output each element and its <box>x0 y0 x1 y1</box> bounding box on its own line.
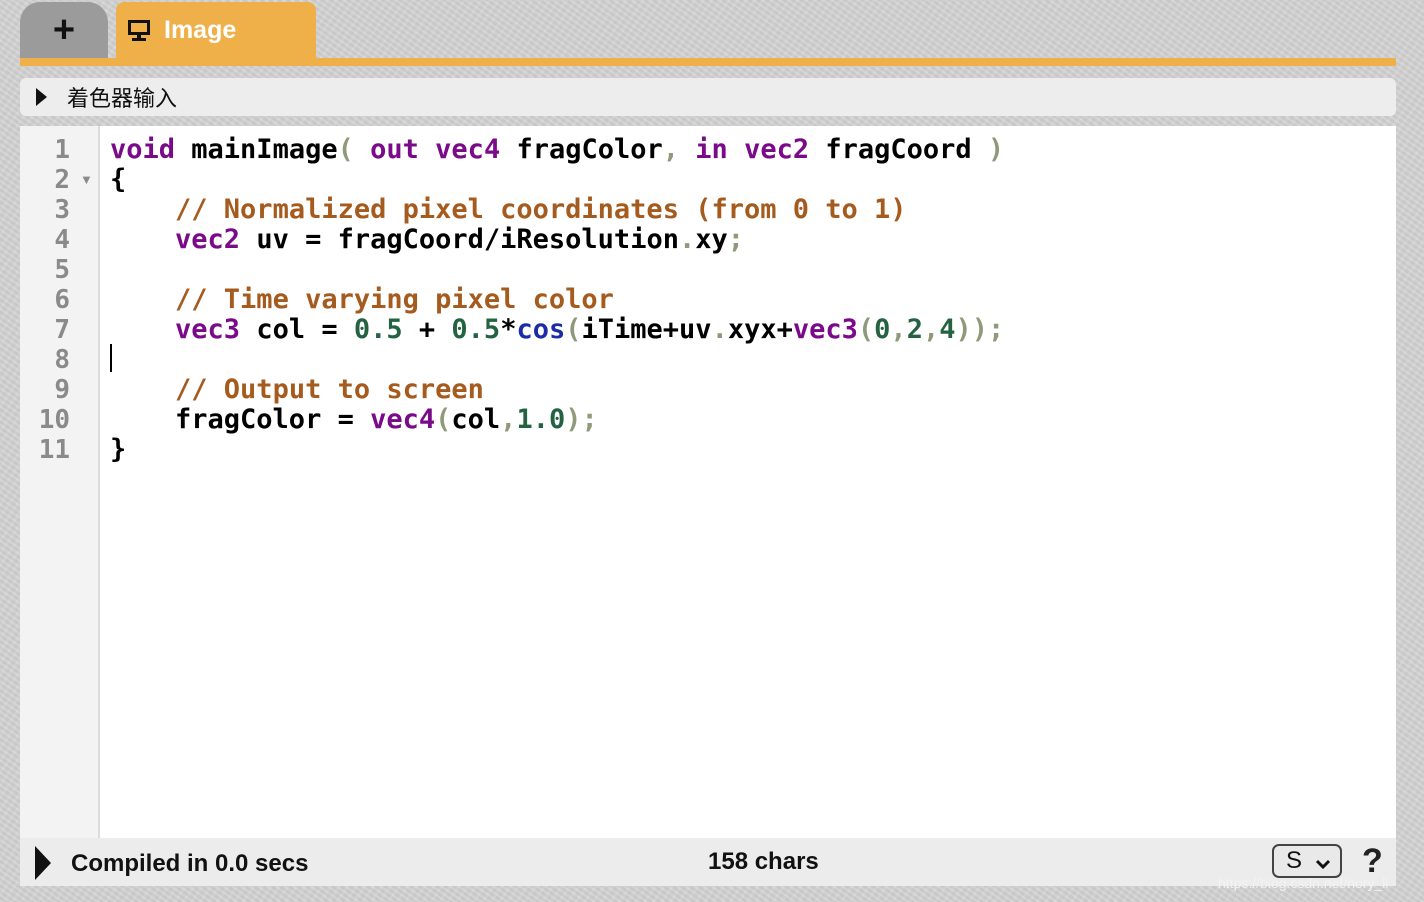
line-number: 11 <box>38 435 70 465</box>
fold-arrow-icon[interactable]: ▼ <box>80 165 93 195</box>
code-line: // Time varying pixel color <box>175 284 614 315</box>
code-line: vec2 uv = fragCoord/iResolution.xy; <box>175 224 745 255</box>
add-tab-button[interactable]: + <box>20 2 108 58</box>
line-number: 10 <box>38 405 70 435</box>
compile-play-icon[interactable] <box>35 846 51 880</box>
code-line: fragColor = vec4(col,1.0); <box>110 404 598 435</box>
code-line: void mainImage( out vec4 fragColor, in v… <box>110 134 1005 165</box>
code-line: // Output to screen <box>175 374 484 405</box>
code-line: } <box>110 434 127 465</box>
shader-inputs-toggle[interactable]: 着色器输入 <box>20 78 1396 116</box>
shader-inputs-label: 着色器输入 <box>67 87 178 112</box>
line-number: 4 <box>54 225 70 255</box>
code-line: { <box>110 164 127 195</box>
font-size-value: S <box>1286 847 1303 874</box>
tab-underline <box>20 58 1396 66</box>
text-cursor <box>110 344 112 372</box>
line-number: 3 <box>54 195 70 225</box>
tab-bar: + Image <box>20 2 1396 66</box>
line-number: 1 <box>54 135 70 165</box>
status-bar: Compiled in 0.0 secs 158 chars S ? <box>20 838 1396 886</box>
tab-image[interactable]: Image <box>116 2 316 58</box>
monitor-icon <box>126 17 152 43</box>
expand-arrow-icon <box>36 88 47 106</box>
code-line: ​ <box>110 255 1004 285</box>
line-number: 5 <box>54 255 70 285</box>
line-number-gutter: 1 2 ▼ 3 4 5 6 7 8 9 10 11 <box>20 126 100 838</box>
watermark-text: https://blog.csdn.net/nory_li <box>1218 875 1389 891</box>
line-number: 9 <box>54 375 70 405</box>
code-editor[interactable]: 1 2 ▼ 3 4 5 6 7 8 9 10 11 void mainImage… <box>20 126 1396 838</box>
tab-image-label: Image <box>164 15 237 44</box>
line-number: 8 <box>54 345 70 375</box>
code-line: ​ <box>110 345 1004 375</box>
compile-status: Compiled in 0.0 secs <box>71 850 309 877</box>
plus-icon: + <box>52 8 76 51</box>
line-number: 7 <box>54 315 70 345</box>
font-size-select[interactable]: S <box>1272 844 1342 878</box>
line-number: 2 <box>54 165 70 195</box>
line-number: 6 <box>54 285 70 315</box>
code-area[interactable]: void mainImage( out vec4 fragColor, in v… <box>110 135 1004 465</box>
char-count: 158 chars <box>708 848 819 875</box>
code-line: // Normalized pixel coordinates (from 0 … <box>175 194 907 225</box>
code-line: vec3 col = 0.5 + 0.5*cos(iTime+uv.xyx+ve… <box>175 314 1005 345</box>
